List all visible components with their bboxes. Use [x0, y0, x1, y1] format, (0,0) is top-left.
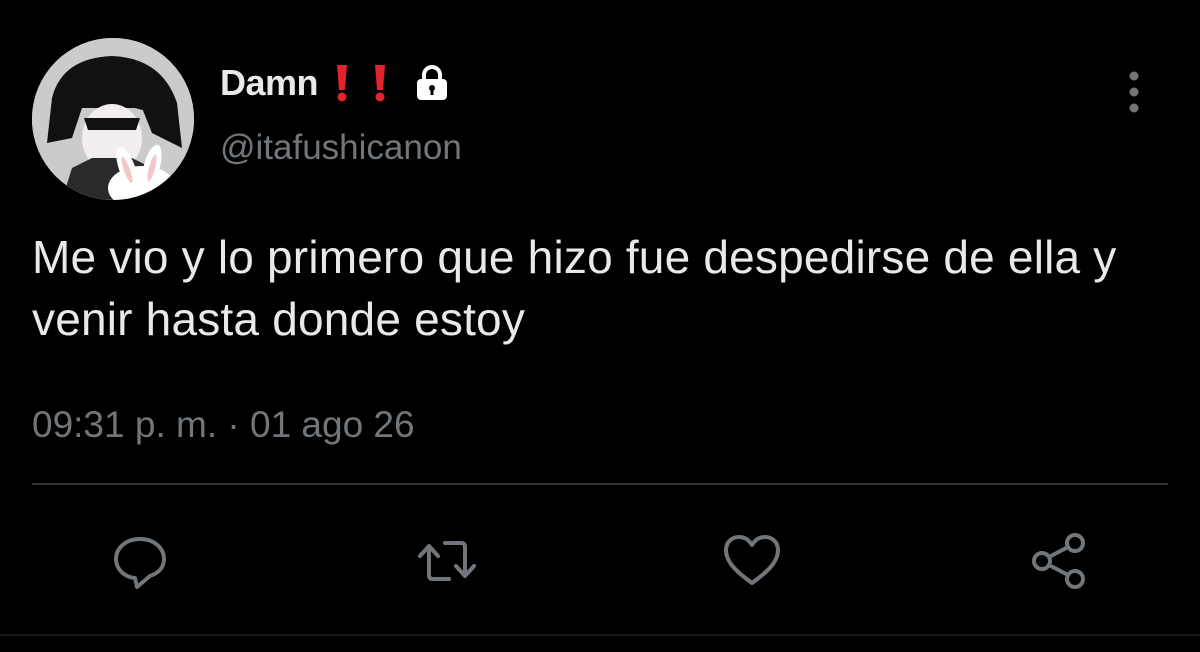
reply-button[interactable]: [105, 526, 175, 596]
vertical-dots-icon: [1129, 71, 1139, 113]
heart-icon: [724, 535, 780, 585]
retweet-icon: [418, 541, 476, 581]
display-name[interactable]: Damn: [220, 62, 319, 104]
comment-bubble-icon: [114, 537, 166, 589]
retweet-button[interactable]: [412, 526, 482, 596]
lock-icon: [410, 61, 454, 105]
more-options-button[interactable]: [1116, 64, 1152, 120]
share-icon: [1032, 533, 1085, 589]
avatar-image: [32, 38, 194, 200]
tweet-card: Damn @itafushicanon Me vio y lo primero …: [0, 0, 1200, 652]
like-button[interactable]: [717, 526, 787, 596]
user-handle[interactable]: @itafushicanon: [220, 128, 462, 168]
red-exclamation-icon: [366, 61, 394, 105]
bottom-divider: [0, 634, 1200, 636]
tweet-timestamp[interactable]: 09:31 p. m. · 01 ago 26: [32, 404, 415, 446]
display-name-row: Damn: [220, 58, 454, 108]
share-button[interactable]: [1024, 526, 1094, 596]
avatar[interactable]: [32, 38, 194, 200]
action-bar: [0, 526, 1200, 596]
tweet-text: Me vio y lo primero que hizo fue despedi…: [32, 231, 1117, 345]
red-exclamation-icon: [328, 61, 356, 105]
divider: [32, 483, 1168, 485]
